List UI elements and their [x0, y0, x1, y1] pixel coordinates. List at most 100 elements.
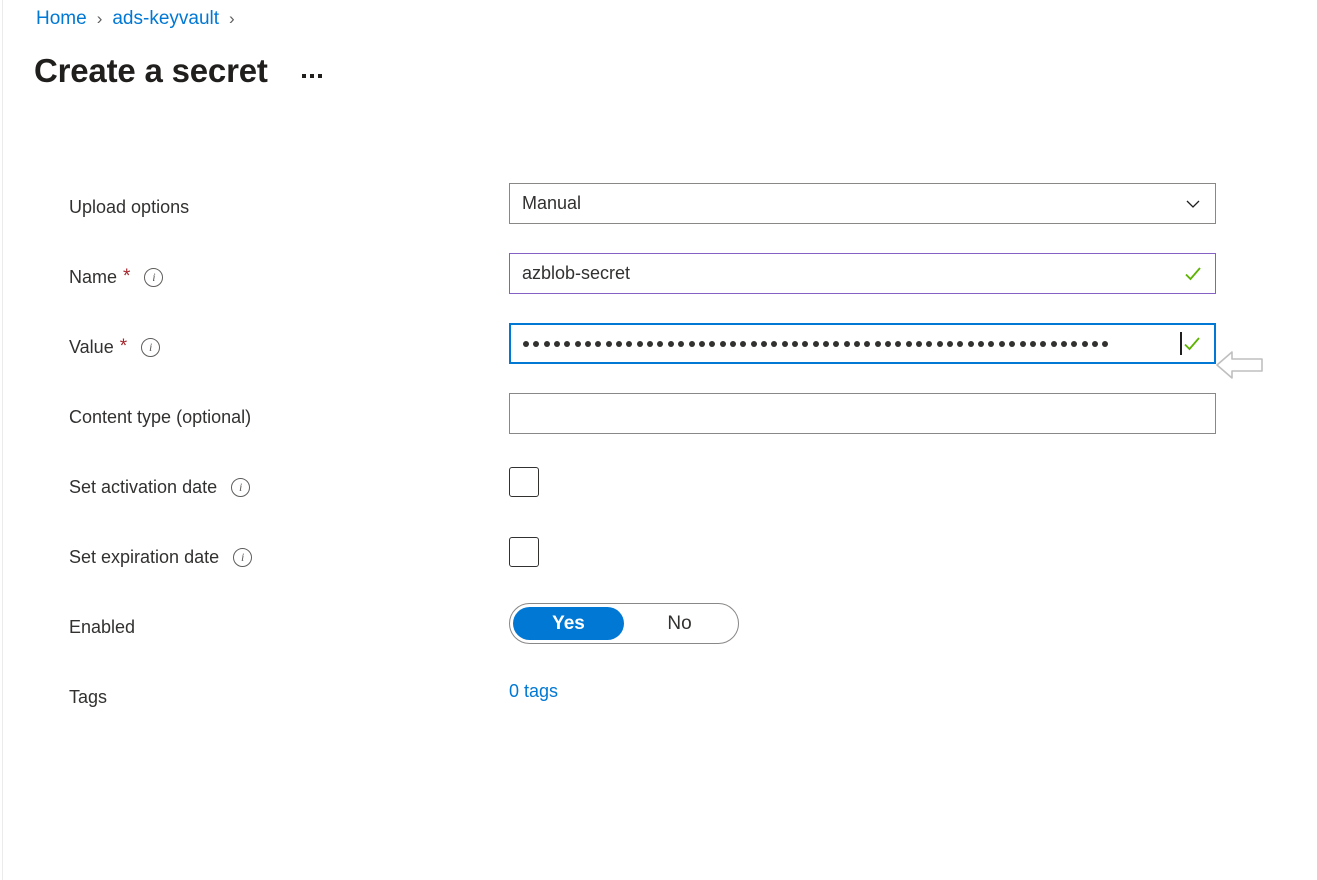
masked-char-dot [564, 341, 570, 347]
masked-char-dot [585, 341, 591, 347]
value-input[interactable] [509, 323, 1216, 364]
masked-char-dot [1061, 341, 1067, 347]
name-input[interactable]: azblob-secret [509, 253, 1216, 294]
masked-char-dot [678, 341, 684, 347]
more-commands-icon[interactable] [298, 68, 326, 84]
masked-char-dot [523, 341, 529, 347]
label-content-type: Content type (optional) [69, 405, 251, 429]
enabled-toggle-option-yes[interactable]: Yes [513, 607, 624, 640]
form-row-tags: Tags 0 tags [0, 685, 1317, 755]
control-upload-options: Manual [509, 183, 1216, 224]
control-value [509, 323, 1216, 364]
upload-options-dropdown[interactable]: Manual [509, 183, 1216, 224]
page-header: Create a secret [34, 50, 326, 92]
info-icon[interactable]: i [231, 478, 250, 497]
value-input-masked-value [523, 341, 1179, 347]
control-tags: 0 tags [509, 671, 558, 712]
control-name: azblob-secret [509, 253, 1216, 294]
form-row-set-activation-date: Set activation date i [0, 475, 1317, 545]
masked-char-dot [544, 341, 550, 347]
masked-char-dot [606, 341, 612, 347]
masked-char-dot [771, 341, 777, 347]
masked-char-dot [823, 341, 829, 347]
masked-char-dot [782, 341, 788, 347]
label-value: Value * i [69, 335, 160, 359]
label-text: Upload options [69, 195, 189, 219]
breadcrumb-separator-icon: › [97, 6, 103, 32]
label-upload-options: Upload options [69, 195, 189, 219]
chevron-down-icon [1185, 196, 1201, 212]
masked-char-dot [720, 341, 726, 347]
masked-char-dot [906, 341, 912, 347]
masked-char-dot [657, 341, 663, 347]
masked-char-dot [875, 341, 881, 347]
ellipsis-dot [310, 74, 314, 78]
ellipsis-dot [318, 74, 322, 78]
content-type-input[interactable] [509, 393, 1216, 434]
masked-char-dot [968, 341, 974, 347]
create-secret-form: Upload options Manual Name * i azblob-se… [0, 195, 1317, 755]
masked-char-dot [999, 341, 1005, 347]
info-icon[interactable]: i [141, 338, 160, 357]
masked-char-dot [626, 341, 632, 347]
masked-char-dot [699, 341, 705, 347]
info-icon[interactable]: i [233, 548, 252, 567]
masked-char-dot [751, 341, 757, 347]
label-text: Enabled [69, 615, 135, 639]
masked-char-dot [833, 341, 839, 347]
masked-char-dot [1040, 341, 1046, 347]
enabled-toggle[interactable]: Yes No [509, 603, 739, 644]
control-content-type [509, 393, 1216, 434]
breadcrumb-separator-icon: › [229, 6, 235, 32]
label-text: Value [69, 335, 114, 359]
set-expiration-date-checkbox[interactable] [509, 537, 539, 567]
masked-char-dot [937, 341, 943, 347]
breadcrumb-item-ads-keyvault[interactable]: ads-keyvault [112, 6, 219, 32]
masked-char-dot [813, 341, 819, 347]
masked-char-dot [885, 341, 891, 347]
masked-char-dot [554, 341, 560, 347]
form-row-enabled: Enabled Yes No [0, 615, 1317, 685]
masked-char-dot [864, 341, 870, 347]
masked-char-dot [637, 341, 643, 347]
masked-char-dot [1102, 341, 1108, 347]
set-activation-date-checkbox[interactable] [509, 467, 539, 497]
label-name: Name * i [69, 265, 163, 289]
enabled-toggle-option-no[interactable]: No [624, 607, 735, 640]
masked-char-dot [533, 341, 539, 347]
masked-char-dot [740, 341, 746, 347]
label-text: Set expiration date [69, 545, 219, 569]
masked-char-dot [730, 341, 736, 347]
control-set-activation-date [509, 467, 539, 497]
masked-char-dot [854, 341, 860, 347]
label-text: Tags [69, 685, 107, 709]
control-enabled: Yes No [509, 603, 739, 644]
masked-char-dot [575, 341, 581, 347]
checkmark-icon [1183, 264, 1203, 284]
masked-char-dot [689, 341, 695, 347]
masked-char-dot [957, 341, 963, 347]
masked-char-dot [1071, 341, 1077, 347]
label-set-expiration-date: Set expiration date i [69, 545, 252, 569]
masked-char-dot [1009, 341, 1015, 347]
masked-char-dot [844, 341, 850, 347]
label-text: Name [69, 265, 117, 289]
required-indicator: * [123, 268, 130, 286]
masked-char-dot [709, 341, 715, 347]
label-text: Set activation date [69, 475, 217, 499]
tags-link[interactable]: 0 tags [509, 681, 558, 701]
masked-char-dot [595, 341, 601, 347]
label-text: Content type (optional) [69, 405, 251, 429]
masked-char-dot [792, 341, 798, 347]
masked-char-dot [947, 341, 953, 347]
label-set-activation-date: Set activation date i [69, 475, 250, 499]
masked-char-dot [895, 341, 901, 347]
masked-char-dot [1092, 341, 1098, 347]
masked-char-dot [647, 341, 653, 347]
masked-char-dot [616, 341, 622, 347]
masked-char-dot [926, 341, 932, 347]
required-indicator: * [120, 338, 127, 356]
info-icon[interactable]: i [144, 268, 163, 287]
breadcrumb-item-home[interactable]: Home [36, 6, 87, 32]
upload-options-value: Manual [522, 193, 581, 214]
